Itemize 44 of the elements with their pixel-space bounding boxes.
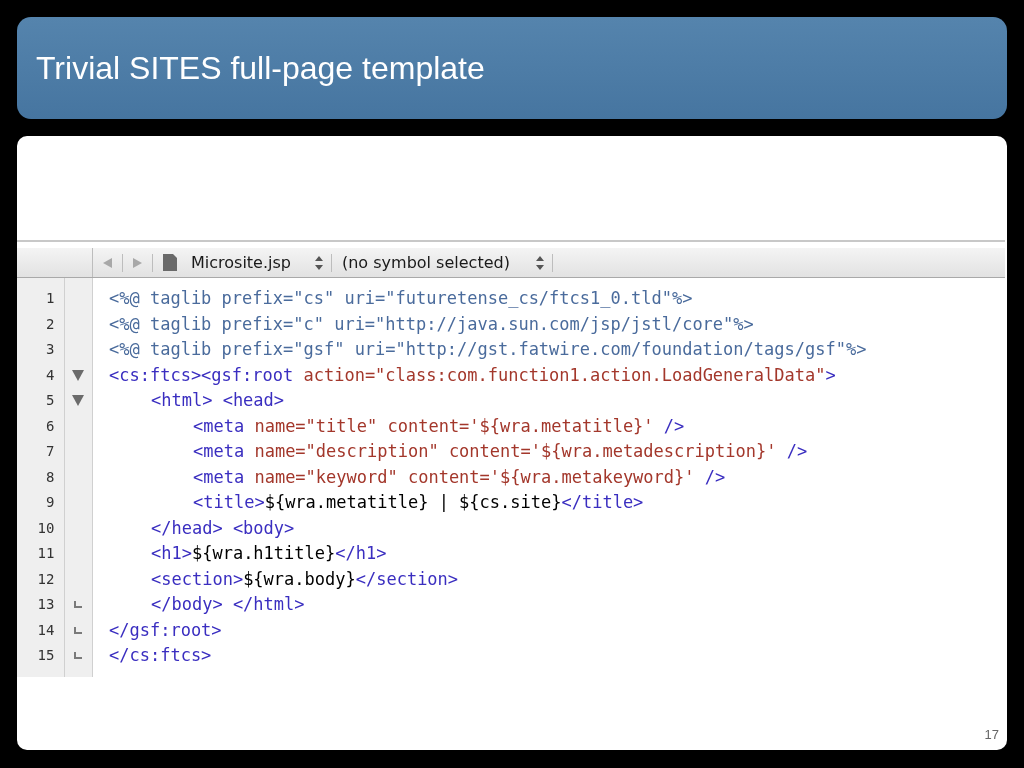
line-number: 10 [37,518,55,538]
code-line: <meta name="description" content='${wra.metadescription}' /> [193,440,808,464]
line-number: 1 [46,289,55,309]
fold-triangle-icon[interactable] [72,395,85,407]
line-number: 4 [46,365,55,385]
file-icon [163,254,177,271]
fold-triangle-icon[interactable] [72,369,85,381]
code-line: </head> <body> [151,516,295,540]
line-number: 6 [46,416,55,436]
right-arrow-icon [133,257,142,268]
line-number: 8 [46,467,55,487]
code-line: </gsf:root> [109,618,222,642]
line-number: 7 [46,442,55,462]
code-line: <meta name="keyword" content='${wra.metakeyword}' /> [193,465,726,489]
line-number: 12 [37,569,55,589]
code-line: <%@ taglib prefix="cs" uri="futuretense_cs/ftcs1_0.tld"%> [109,287,693,311]
code-line: <%@ taglib prefix="gsf" uri="http://gst.fatwire.com/foundation/tags/gsf"%> [109,338,867,362]
code-line: <h1>${wra.h1title}</h1> [151,542,387,566]
code-line: <section>${wra.body}</section> [151,567,459,591]
code-line: <cs:ftcs><gsf:root action="class:com.function1.action.LoadGeneralData"> [109,363,836,387]
code-line: <meta name="title" content='${wra.metatitle}' /> [193,414,685,438]
line-number: 15 [37,646,55,666]
stepper-icon[interactable] [535,255,544,270]
line-number: 14 [37,620,55,640]
line-number: 3 [46,340,55,360]
code-line: <html> <head> [151,389,285,413]
stepper-icon[interactable] [315,255,323,270]
code-line: <%@ taglib prefix="c" uri="http://java.sun.com/jsp/jstl/core"%> [109,312,754,336]
page-number: 17 [984,725,999,744]
fold-end-icon [74,626,83,634]
code-line: <title>${wra.metatitle} | ${cs.site}</title> [193,491,644,515]
symbol-selector[interactable]: (no symbol selected) [342,250,510,275]
line-number: 5 [46,391,55,411]
code-line: </body> </html> [151,593,305,617]
fold-end-icon [74,601,83,609]
line-number: 9 [46,493,55,513]
file-name[interactable]: Microsite.jsp [191,250,291,275]
line-number: 13 [37,595,55,615]
fold-end-icon [74,652,83,660]
line-number: 11 [37,544,55,564]
left-arrow-icon [103,257,112,268]
slide-title: Trivial SITES full-page template [36,49,485,87]
line-number: 2 [46,314,55,334]
code-line: </cs:ftcs> [109,644,212,668]
